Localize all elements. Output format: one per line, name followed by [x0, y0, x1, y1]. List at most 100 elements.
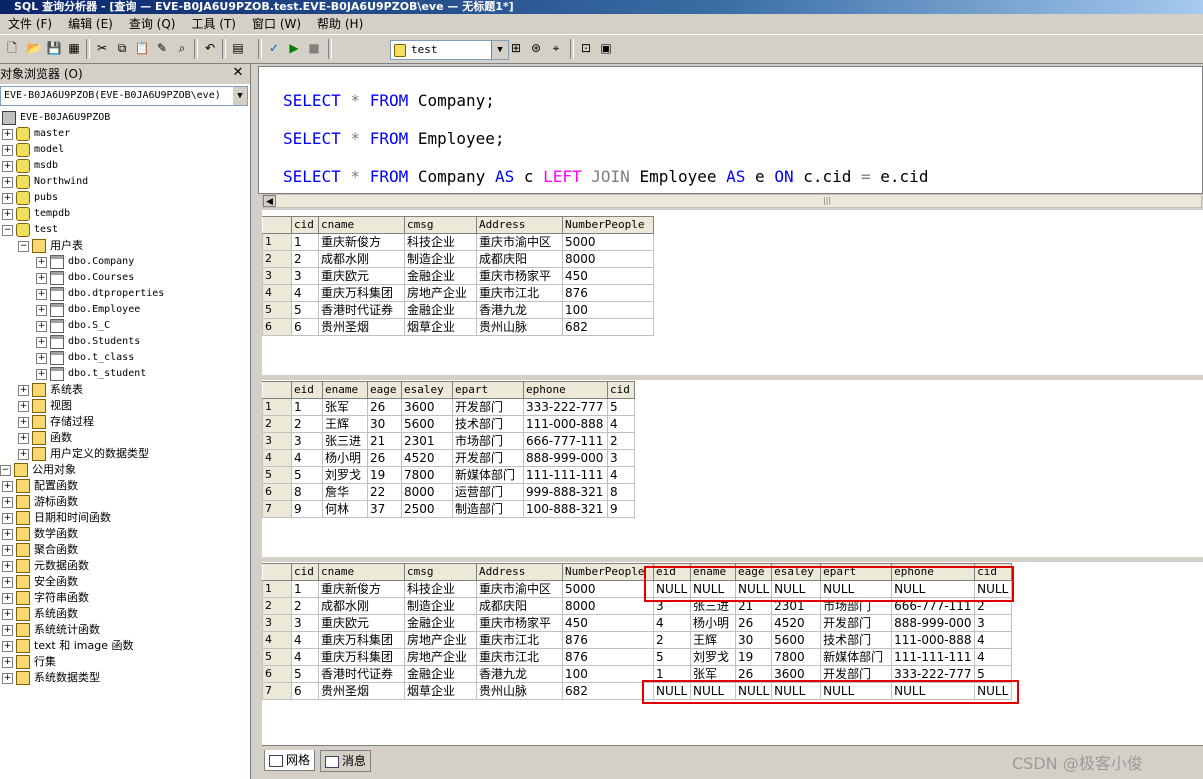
grid-cell[interactable]: 刘罗戈 [322, 466, 368, 484]
tree-function-folder[interactable]: + 系统数据类型 [2, 670, 100, 686]
grid-corner[interactable] [262, 381, 292, 399]
grid-cell[interactable]: 烟草企业 [404, 318, 477, 336]
grid-cell[interactable]: 876 [562, 284, 654, 302]
grid-cell[interactable]: 重庆市江北 [476, 284, 563, 302]
expand-icon[interactable]: + [2, 128, 13, 140]
grid-cell[interactable]: 贵州山脉 [476, 318, 563, 336]
grid-cell[interactable]: 运营部门 [452, 483, 524, 501]
grid-cell[interactable]: 重庆市江北 [476, 648, 563, 666]
grid-cell[interactable]: 3 [291, 614, 319, 632]
execute-query-icon[interactable]: ▶ [286, 40, 302, 56]
undo-icon[interactable]: ↶ [202, 40, 218, 56]
grid-column-header[interactable]: eid [291, 381, 323, 399]
tree-table[interactable]: + dbo.t_class [36, 350, 134, 366]
grid-cell[interactable]: 詹华 [322, 483, 368, 501]
tree-function-folder[interactable]: + 数学函数 [2, 526, 78, 542]
expand-icon[interactable]: + [2, 656, 13, 668]
expand-icon[interactable]: + [2, 576, 13, 588]
tree-function-folder[interactable]: + 元数据函数 [2, 558, 89, 574]
menu-help[interactable]: 帮助 (H) [309, 14, 371, 34]
grid-cell[interactable]: 37 [367, 500, 402, 518]
grid-column-header[interactable]: epart [452, 381, 524, 399]
grid-cell[interactable]: 8000 [401, 483, 453, 501]
row-number[interactable]: 2 [262, 250, 292, 268]
tree-db-model[interactable]: + model [2, 142, 64, 158]
expand-icon[interactable]: + [18, 416, 29, 428]
expand-icon[interactable]: + [18, 400, 29, 412]
grid-cell[interactable]: 2 [291, 250, 319, 268]
grid-cell[interactable]: 杨小明 [322, 449, 368, 467]
grid-cell[interactable]: 5000 [562, 233, 654, 251]
tab-messages[interactable]: 消息 [320, 750, 372, 772]
grid-column-header[interactable]: Address [476, 563, 563, 581]
grid-cell[interactable]: 开发部门 [452, 449, 524, 467]
grid-column-header[interactable]: eage [367, 381, 402, 399]
expand-icon[interactable]: + [36, 256, 47, 268]
expand-icon[interactable]: + [18, 432, 29, 444]
grid-cell[interactable]: 重庆市渝中区 [476, 580, 563, 598]
grid-cell[interactable]: 香港九龙 [476, 665, 563, 683]
tree-table[interactable]: + dbo.dtproperties [36, 286, 164, 302]
grid-cell[interactable]: 何林 [322, 500, 368, 518]
expand-icon[interactable]: + [2, 672, 13, 684]
grid-cell[interactable]: 682 [562, 318, 654, 336]
grid-cell[interactable]: 4 [291, 284, 319, 302]
grid-cell[interactable]: 22 [367, 483, 402, 501]
grid-cell[interactable]: 王辉 [690, 631, 736, 649]
grid-column-header[interactable]: Address [476, 216, 563, 234]
table-row[interactable]: 6 6 贵州圣烟 烟草企业 贵州山脉 682 [262, 318, 654, 336]
tree-function-folder[interactable]: + 字符串函数 [2, 590, 89, 606]
table-row[interactable]: 3 3 张三进 21 2301 市场部门 666-777-111 2 [262, 432, 635, 450]
row-number[interactable]: 3 [262, 614, 292, 632]
table-row[interactable]: 5 5 香港时代证券 金融企业 香港九龙 100 [262, 301, 654, 319]
grid-cell[interactable]: 8000 [562, 597, 654, 615]
tree-table[interactable]: + dbo.S_C [36, 318, 110, 334]
tree-folder[interactable]: + 函数 [18, 430, 72, 446]
grid-cell[interactable]: 金融企业 [404, 301, 477, 319]
tree-function-folder[interactable]: + text 和 image 函数 [2, 638, 133, 654]
grid-cell[interactable]: 888-999-000 [891, 614, 976, 632]
grid-cell[interactable]: 开发部门 [820, 614, 893, 632]
sql-editor[interactable]: SELECT * FROM Company; SELECT * FROM Emp… [258, 66, 1203, 194]
expand-icon[interactable]: + [2, 608, 13, 620]
grid-cell[interactable]: 新媒体部门 [820, 648, 893, 666]
grid-cell[interactable]: 王辉 [322, 415, 368, 433]
grid-column-header[interactable]: cid [291, 216, 319, 234]
chevron-down-icon[interactable]: ▼ [233, 87, 247, 105]
grid-cell[interactable]: 4 [607, 415, 635, 433]
tree-function-folder[interactable]: + 游标函数 [2, 494, 78, 510]
tree-table[interactable]: + dbo.Company [36, 254, 134, 270]
clear-window-icon[interactable]: ✎ [154, 40, 170, 56]
grid-cell[interactable]: 2 [291, 597, 319, 615]
grid-cell[interactable]: 682 [562, 682, 654, 700]
row-number[interactable]: 3 [262, 432, 292, 450]
open-file-icon[interactable]: 📂 [26, 40, 42, 56]
grid-cell[interactable]: 重庆新俊方 [318, 233, 405, 251]
grid-cell[interactable]: 成都庆阳 [476, 250, 563, 268]
grid-cell[interactable]: 香港时代证券 [318, 665, 405, 683]
pane-splitter[interactable] [251, 64, 258, 779]
grid-cell[interactable]: 2 [291, 415, 323, 433]
expand-icon[interactable]: + [2, 208, 13, 220]
grid-cell[interactable]: 房地产企业 [404, 648, 477, 666]
table-row[interactable]: 4 4 杨小明 26 4520 开发部门 888-999-000 3 [262, 449, 635, 467]
grid-cell[interactable]: 7800 [401, 466, 453, 484]
tree-function-folder[interactable]: + 聚合函数 [2, 542, 78, 558]
chevron-down-icon[interactable]: ▼ [491, 41, 508, 59]
grid-column-header[interactable]: cname [318, 216, 405, 234]
table-row[interactable]: 2 2 成都水刚 制造企业 成都庆阳 8000 [262, 250, 654, 268]
result-grid-company[interactable]: cid cname cmsg Address NumberPeople 1 1 重庆新俊方科… [262, 216, 654, 336]
menu-tools[interactable]: 工具 (T) [183, 14, 244, 34]
collapse-icon[interactable]: − [0, 464, 11, 476]
grid-cell[interactable]: 3 [291, 267, 319, 285]
tree-folder[interactable]: + 用户定义的数据类型 [18, 446, 149, 462]
row-number[interactable]: 5 [262, 466, 292, 484]
collapse-icon[interactable]: − [2, 224, 13, 236]
grid-cell[interactable]: 30 [367, 415, 402, 433]
row-number[interactable]: 4 [262, 449, 292, 467]
grid-cell[interactable]: 4520 [401, 449, 453, 467]
grid-cell[interactable]: 876 [562, 648, 654, 666]
table-row[interactable]: 7 9 何林 37 2500 制造部门 100-888-321 9 [262, 500, 635, 518]
menu-edit[interactable]: 编辑 (E) [60, 14, 121, 34]
grid-cell[interactable]: 9 [291, 500, 323, 518]
